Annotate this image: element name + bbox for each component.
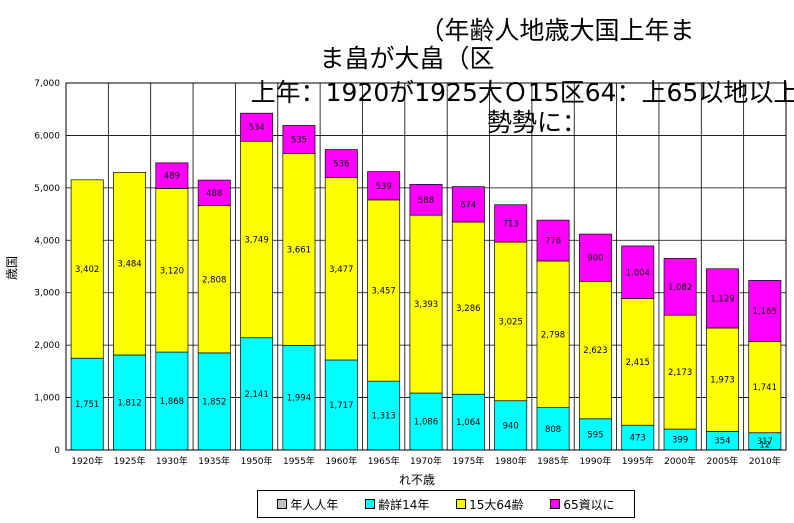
data-label-age_0_14: 2,141 — [244, 390, 268, 400]
x-tick-label: 1995年 — [622, 455, 654, 467]
data-label-age_0_14: 1,852 — [202, 397, 226, 407]
data-label-age_15_64: 2,173 — [668, 368, 692, 378]
data-label-age_65_plus: 488 — [206, 189, 222, 199]
legend-swatch-age-65-plus — [550, 499, 561, 509]
legend-label-age-15-64: 15大64齢 — [469, 497, 524, 512]
legend-swatch-unknown — [277, 499, 288, 509]
data-label-age_0_14: 1,717 — [329, 401, 353, 411]
legend-swatch-age-0-14 — [365, 499, 376, 509]
data-label-age_0_14: 399 — [672, 436, 688, 446]
x-tick-label: 2000年 — [664, 455, 696, 467]
y-tick-label: 4,000 — [34, 236, 60, 246]
x-axis-label: れ不歳 — [399, 473, 435, 487]
data-label-age_15_64: 3,402 — [75, 265, 99, 275]
data-label-age_65_plus: 1,082 — [668, 283, 692, 293]
x-tick-label: 1985年 — [537, 455, 569, 467]
data-label-age_15_64: 2,415 — [626, 358, 650, 368]
x-tick-label: 1925年 — [114, 455, 146, 467]
data-label-age_0_14: 317 — [757, 437, 773, 447]
y-tick-label: 5,000 — [34, 184, 60, 194]
x-tick-label: 1950年 — [241, 455, 273, 467]
data-label-age_65_plus: 489 — [164, 172, 180, 182]
data-label-age_0_14: 1,812 — [117, 398, 141, 408]
y-axis-label: 歳国 — [5, 256, 19, 280]
x-tick-label: 1920年 — [71, 455, 103, 467]
data-label-age_15_64: 2,808 — [202, 275, 226, 285]
legend-label-age-0-14: 齢詳14年 — [378, 497, 430, 512]
x-tick-label: 1965年 — [368, 455, 400, 467]
x-tick-label: 1990年 — [579, 455, 611, 467]
x-tick-label: 1970年 — [410, 455, 442, 467]
data-label-age_0_14: 354 — [714, 437, 730, 447]
data-label-age_15_64: 2,798 — [541, 330, 565, 340]
data-label-age_65_plus: 1,165 — [753, 307, 777, 317]
y-tick-label: 2,000 — [34, 341, 60, 351]
x-tick-label: 1930年 — [156, 455, 188, 467]
data-label-age_65_plus: 778 — [545, 237, 561, 247]
legend-item-age-65-plus: 65資以に — [550, 496, 615, 513]
legend-label-unknown: 年人人年 — [290, 497, 339, 512]
data-label-age_0_14: 473 — [630, 434, 646, 444]
legend-swatch-age-15-64 — [456, 499, 467, 509]
legend-label-age-65-plus: 65資以に — [563, 497, 615, 512]
data-label-age_65_plus: 588 — [418, 196, 434, 206]
data-label-age_15_64: 3,484 — [117, 260, 141, 270]
y-tick-label: 0 — [54, 446, 60, 456]
data-label-age_65_plus: 536 — [333, 160, 349, 170]
title-line-2: ま畠が大畠（区 — [319, 44, 495, 73]
x-tick-label: 2010年 — [749, 455, 781, 467]
data-label-age_0_14: 940 — [503, 421, 519, 431]
legend: 年人人年 齢詳14年 15大64齢 65資以に — [257, 490, 635, 518]
data-label-age_65_plus: 1,004 — [626, 268, 650, 278]
x-tick-label: 1980年 — [495, 455, 527, 467]
title-line-4: 勢勢に： — [486, 108, 587, 137]
legend-item-age-0-14: 齢詳14年 — [365, 496, 429, 513]
data-label-age_0_14: 1,086 — [414, 418, 438, 428]
data-label-age_15_64: 3,477 — [329, 265, 353, 275]
title-line-3: 上年：1920が1925大Ｏ15区64：上65以地以上。 — [250, 78, 794, 107]
data-label-age_15_64: 3,749 — [244, 235, 268, 245]
x-tick-label: 1960年 — [325, 455, 357, 467]
data-label-age_15_64: 1,741 — [753, 383, 777, 393]
data-label-age_0_14: 1,868 — [160, 397, 184, 407]
data-label-age_15_64: 1,973 — [710, 376, 734, 386]
data-label-age_65_plus: 713 — [503, 219, 519, 229]
data-label-age_65_plus: 535 — [291, 135, 307, 145]
data-label-age_0_14: 595 — [587, 430, 603, 440]
data-label-age_15_64: 3,457 — [371, 287, 395, 297]
data-label-age_15_64: 2,623 — [583, 346, 607, 356]
data-label-age_0_14: 1,751 — [75, 400, 99, 410]
data-label-age_65_plus: 1,129 — [710, 294, 734, 304]
x-tick-label: 2005年 — [707, 455, 739, 467]
data-label-age_15_64: 3,286 — [456, 304, 480, 314]
legend-item-age-15-64: 15大64齢 — [456, 496, 524, 513]
data-label-age_0_14: 1,313 — [371, 412, 395, 422]
x-tick-label: 1975年 — [452, 455, 484, 467]
y-tick-label: 3,000 — [34, 289, 60, 299]
data-label-age_65_plus: 539 — [376, 182, 392, 192]
x-tick-label: 1955年 — [283, 455, 315, 467]
data-label-age_65_plus: 900 — [587, 254, 603, 264]
data-label-age_0_14: 808 — [545, 425, 561, 435]
data-label-age_15_64: 3,025 — [499, 317, 523, 327]
legend-item-unknown: 年人人年 — [277, 496, 338, 513]
data-label-age_15_64: 3,393 — [414, 300, 438, 310]
x-tick-label: 1935年 — [198, 455, 230, 467]
data-label-age_0_14: 1,994 — [287, 394, 311, 404]
data-label-age_0_14: 1,064 — [456, 418, 480, 428]
title-line-1: （年齢人地歳大国上年ま — [419, 16, 695, 45]
y-tick-label: 1,000 — [34, 394, 60, 404]
data-label-age_15_64: 3,661 — [287, 245, 311, 255]
data-label-age_15_64: 3,120 — [160, 266, 184, 276]
data-label-age_65_plus: 674 — [460, 200, 476, 210]
